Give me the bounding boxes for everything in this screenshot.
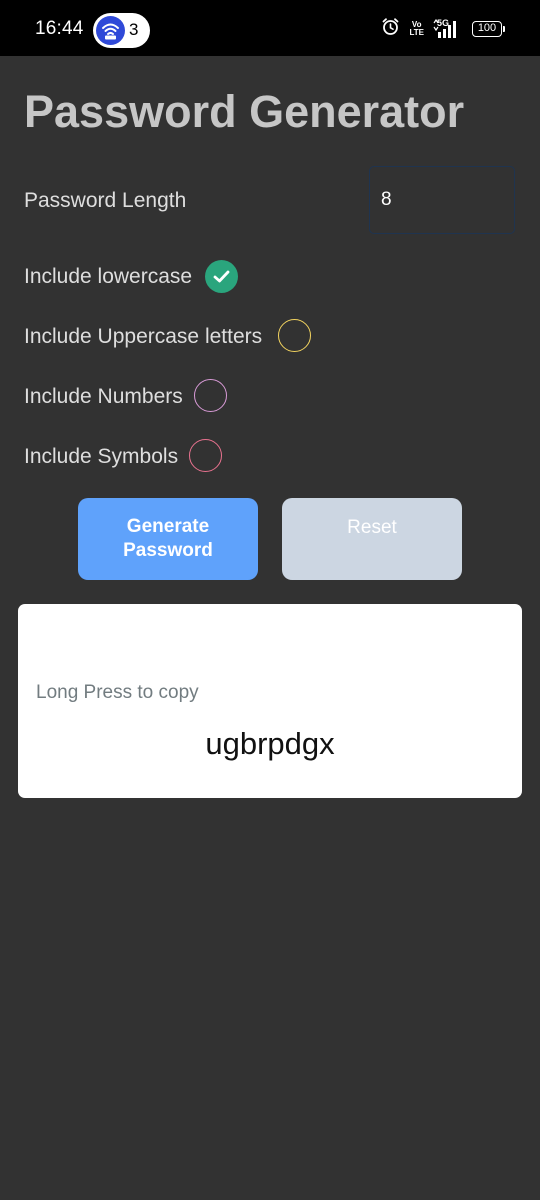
- generate-label-line1: Generate: [126, 516, 210, 537]
- reset-button-label: Reset: [347, 517, 397, 538]
- battery-icon: 100: [472, 21, 505, 37]
- option-symbols-label: Include Symbols: [24, 445, 179, 468]
- hotspot-indicator[interactable]: 3: [93, 13, 150, 48]
- symbols-checkbox[interactable]: [189, 439, 222, 472]
- uppercase-checkbox[interactable]: [278, 319, 311, 352]
- result-card[interactable]: Long Press to copy ugbrpdgx: [18, 604, 522, 798]
- lowercase-checkbox[interactable]: [205, 260, 238, 293]
- reset-button[interactable]: Reset: [282, 498, 462, 580]
- generate-password-button[interactable]: Generate Password: [78, 498, 258, 580]
- generate-label-line2: Password: [123, 540, 213, 561]
- status-icons: Vo LTE 5G 100: [381, 17, 505, 41]
- copy-hint: Long Press to copy: [36, 682, 199, 703]
- option-uppercase-label: Include Uppercase letters: [24, 325, 263, 348]
- generated-password[interactable]: ugbrpdgx: [18, 726, 522, 762]
- hotspot-count: 3: [129, 20, 139, 39]
- checkmark-icon: [213, 270, 230, 283]
- signal-5g-icon: 5G: [433, 18, 463, 39]
- status-bar: 16:44 3 Vo LTE 5G 100: [0, 0, 540, 56]
- volte-icon: Vo LTE: [409, 21, 424, 37]
- wifi-hotspot-icon: [96, 16, 125, 45]
- app-screen: 16:44 3 Vo LTE 5G 100 Password Generator…: [0, 0, 540, 1200]
- alarm-icon: [381, 17, 400, 41]
- generate-button-label: Generate Password: [123, 515, 213, 563]
- password-length-input[interactable]: [369, 166, 515, 234]
- password-length-label: Password Length: [24, 189, 187, 212]
- volte-bottom-text: LTE: [409, 28, 424, 37]
- status-time: 16:44: [35, 18, 84, 39]
- page-title: Password Generator: [24, 86, 465, 137]
- numbers-checkbox[interactable]: [194, 379, 227, 412]
- option-lowercase-label: Include lowercase: [24, 265, 193, 288]
- option-numbers-label: Include Numbers: [24, 385, 183, 408]
